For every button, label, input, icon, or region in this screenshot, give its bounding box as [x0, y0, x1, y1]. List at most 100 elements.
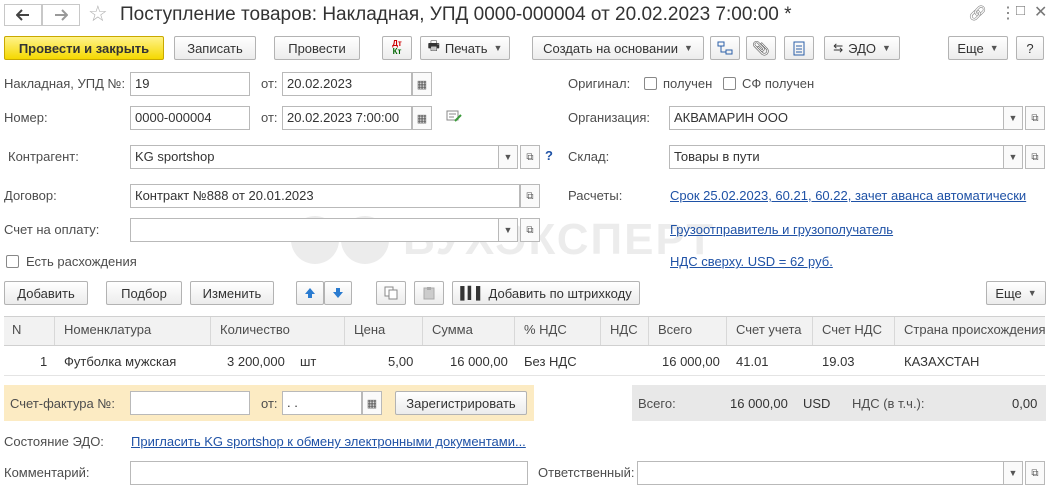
back-button[interactable]	[4, 4, 42, 26]
calendar-button[interactable]: ▦	[412, 106, 432, 130]
attach-button[interactable]: 📎︎	[746, 36, 776, 60]
invoice-block-date-input[interactable]: . .	[282, 391, 362, 415]
dt-kt-button[interactable]: Дт Кт	[382, 36, 412, 60]
col-header-item[interactable]: Номенклатура	[64, 322, 151, 337]
add-row-button[interactable]: Добавить	[4, 281, 88, 305]
organization-dropdown[interactable]: ▼	[1003, 106, 1023, 130]
col-header-vat-rate[interactable]: % НДС	[524, 322, 567, 337]
comment-label: Комментарий:	[4, 465, 90, 480]
payment-dropdown[interactable]: ▼	[498, 218, 518, 242]
number-input[interactable]: 0000-000004	[130, 106, 250, 130]
payment-label: Счет на оплату:	[4, 222, 100, 237]
forward-button[interactable]	[42, 4, 80, 26]
vat-link[interactable]: НДС сверху. USD = 62 руб.	[670, 254, 833, 270]
post-and-close-button[interactable]: Провести и закрыть	[4, 36, 164, 60]
help-question-icon[interactable]: ?	[545, 148, 553, 163]
totals-value: 16 000,00	[730, 396, 788, 411]
shipper-link[interactable]: Грузоотправитель и грузополучатель	[670, 222, 893, 238]
invoice-date-input[interactable]: 20.02.2023	[282, 72, 412, 96]
link-icon[interactable]: 🔗︎	[968, 4, 987, 22]
col-header-vat-account[interactable]: Счет НДС	[822, 322, 882, 337]
sf-received-checkbox[interactable]	[723, 77, 736, 90]
row-sum: 16 000,00	[450, 354, 508, 369]
contract-input[interactable]: Контракт №888 от 20.01.2023	[130, 184, 520, 208]
col-header-price[interactable]: Цена	[354, 322, 385, 337]
original-label: Оригинал:	[568, 76, 631, 91]
col-header-sum[interactable]: Сумма	[432, 322, 473, 337]
totals-vat-value: 0,00	[1012, 396, 1038, 411]
contract-label: Договор:	[4, 188, 57, 203]
help-button[interactable]: ?	[1016, 36, 1044, 60]
print-button[interactable]: 🖶︎ Печать ▼	[420, 36, 510, 60]
col-separator	[600, 317, 601, 345]
calendar-button[interactable]: ▦	[412, 72, 432, 96]
row-unit: шт	[300, 354, 317, 369]
edo-button[interactable]: ⇆ ЭДО ▼	[824, 36, 900, 60]
counterparty-open[interactable]: ⧉	[520, 145, 540, 169]
more-button[interactable]: Еще ▼	[948, 36, 1008, 60]
pick-button[interactable]: Подбор	[106, 281, 182, 305]
warehouse-open[interactable]: ⧉	[1025, 145, 1045, 169]
paste-row-button[interactable]	[414, 281, 444, 305]
printer-icon: 🖶︎	[427, 38, 440, 53]
col-header-total[interactable]: Всего	[658, 322, 692, 337]
maximize-icon[interactable]: □	[1016, 2, 1025, 19]
counterparty-input[interactable]: KG sportshop	[130, 145, 500, 169]
chevron-down-icon: ▼	[503, 225, 513, 235]
edo-invite-link[interactable]: Пригласить KG sportshop к обмену электро…	[131, 434, 526, 450]
col-header-n[interactable]: N	[12, 322, 21, 337]
discrepancy-checkbox[interactable]	[6, 255, 19, 268]
payment-input[interactable]	[130, 218, 500, 242]
received-checkbox[interactable]	[644, 77, 657, 90]
payment-open[interactable]: ⧉	[520, 218, 540, 242]
table-more-button[interactable]: Еще ▼	[986, 281, 1046, 305]
favorite-star-icon[interactable]: ☆	[88, 2, 108, 26]
number-datetime-input[interactable]: 20.02.2023 7:00:00	[282, 106, 412, 130]
row-n: 1	[40, 354, 48, 369]
responsible-dropdown[interactable]: ▼	[1003, 461, 1023, 485]
chevron-down-icon: ▼	[493, 43, 503, 53]
organization-input[interactable]: АКВАМАРИН ООО	[669, 106, 1005, 130]
calendar-button[interactable]: ▦	[362, 391, 382, 415]
arrow-down-icon	[333, 288, 343, 298]
col-header-qty[interactable]: Количество	[220, 322, 290, 337]
paperclip-icon: 📎︎	[752, 39, 770, 56]
contract-open[interactable]: ⧉	[520, 184, 540, 208]
number-label: Номер:	[4, 110, 48, 125]
calendar-icon: ▦	[366, 397, 378, 410]
invoice-block-number-input[interactable]	[130, 391, 250, 415]
register-button[interactable]: Зарегистрировать	[395, 391, 527, 415]
close-icon[interactable]: ✕	[1034, 2, 1047, 22]
warehouse-input[interactable]: Товары в пути	[669, 145, 1005, 169]
settlements-label: Расчеты:	[568, 188, 623, 203]
copy-icon	[384, 286, 398, 300]
add-by-barcode-button[interactable]: ▌▍▌ Добавить по штрихкоду	[452, 281, 640, 305]
warehouse-dropdown[interactable]: ▼	[1003, 145, 1023, 169]
open-form-icon: ⧉	[1031, 467, 1039, 479]
invoice-date-label: от:	[261, 76, 278, 91]
create-based-button[interactable]: Создать на основании ▼	[532, 36, 704, 60]
edit-document-icon[interactable]	[446, 108, 462, 127]
chevron-down-icon: ▼	[683, 43, 693, 53]
col-header-country[interactable]: Страна происхождения	[904, 322, 1046, 337]
structure-button[interactable]	[710, 36, 740, 60]
post-button[interactable]: Провести	[274, 36, 360, 60]
report-button[interactable]	[784, 36, 814, 60]
open-form-icon: ⧉	[1031, 151, 1039, 163]
save-button[interactable]: Записать	[174, 36, 256, 60]
edo-status-label: Состояние ЭДО:	[4, 434, 104, 449]
invoice-number-input[interactable]: 19	[130, 72, 250, 96]
responsible-open[interactable]: ⧉	[1025, 461, 1045, 485]
responsible-input[interactable]	[637, 461, 1005, 485]
more-vertical-icon[interactable]: ⋮	[1000, 3, 1016, 23]
move-up-button[interactable]	[296, 281, 324, 305]
counterparty-dropdown[interactable]: ▼	[498, 145, 518, 169]
copy-row-button[interactable]	[376, 281, 406, 305]
col-header-account[interactable]: Счет учета	[736, 322, 802, 337]
organization-open[interactable]: ⧉	[1025, 106, 1045, 130]
change-button[interactable]: Изменить	[190, 281, 274, 305]
comment-input[interactable]	[130, 461, 528, 485]
move-down-button[interactable]	[324, 281, 352, 305]
settlements-link[interactable]: Срок 25.02.2023, 60.21, 60.22, зачет ава…	[670, 188, 1026, 204]
col-header-vat[interactable]: НДС	[610, 322, 638, 337]
